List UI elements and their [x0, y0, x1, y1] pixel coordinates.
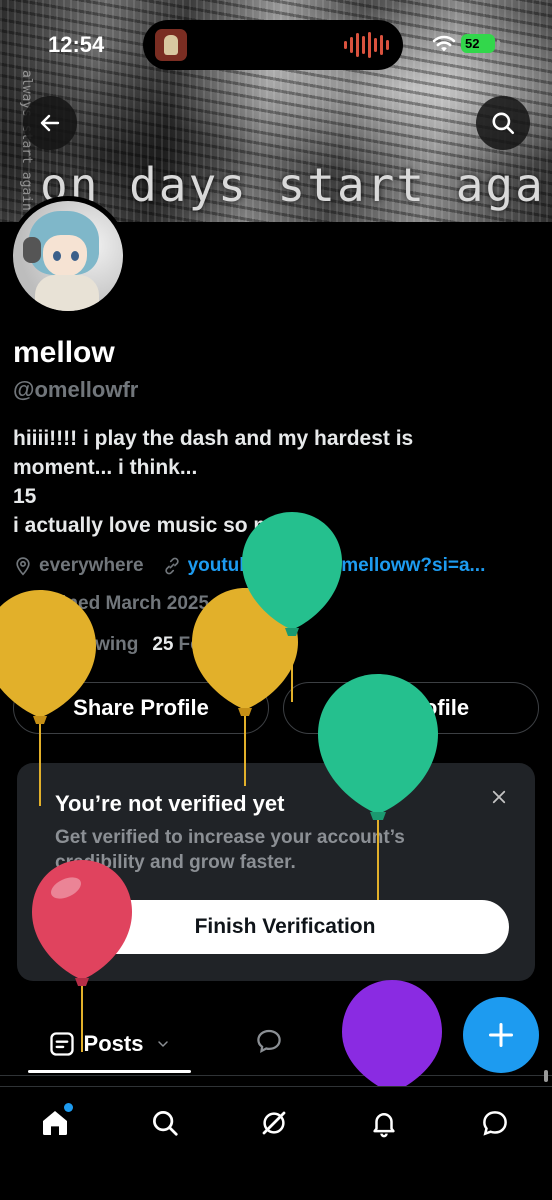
verification-card: You’re not verified yet Get verified to … — [17, 763, 535, 981]
username-handle: @omellowfr — [13, 377, 139, 402]
verification-text: Get verified to increase your account’s … — [55, 827, 405, 873]
chevron-down-icon[interactable] — [155, 1036, 171, 1052]
battery-level: 52 — [465, 36, 480, 51]
website-link[interactable]: youtube.com/@omelloww?si=a... — [188, 555, 486, 577]
grok-icon — [262, 1111, 286, 1135]
joined-text: Joined March 2025 — [39, 593, 210, 614]
back-arrow-icon — [40, 114, 60, 132]
followers-label: Followers — [178, 634, 268, 655]
scrollbar[interactable] — [544, 1070, 548, 1082]
avatar-image — [13, 201, 123, 311]
location-text: everywhere — [39, 555, 144, 576]
notification-dot — [64, 1103, 73, 1112]
dynamic-island[interactable] — [143, 20, 403, 70]
joined-date: Joined March 2025 — [13, 593, 209, 615]
following-link[interactable]: 257 Following — [13, 634, 138, 656]
link-icon — [162, 556, 182, 576]
nav-explore[interactable] — [145, 1103, 185, 1143]
bottom-navigation — [0, 1086, 552, 1200]
following-count: 257 — [13, 634, 45, 655]
tab-reposts[interactable] — [368, 1026, 398, 1061]
battery-indicator: 52 — [461, 34, 500, 53]
edit-profile-button[interactable]: Edit Profile — [283, 682, 539, 734]
bio-line: hiiii!!!! i play the dash and my hardest… — [13, 427, 414, 450]
bio-line: moment... i think... — [13, 456, 198, 479]
profile-avatar[interactable] — [8, 196, 128, 316]
status-time: 12:54 — [48, 32, 105, 57]
posts-icon — [49, 1032, 74, 1056]
tab-posts-label: Posts — [83, 1031, 144, 1056]
share-profile-button[interactable]: Share Profile — [13, 682, 269, 734]
nav-notifications[interactable] — [364, 1103, 404, 1143]
location-pin-icon — [13, 556, 33, 576]
plus-icon — [488, 1022, 514, 1048]
compose-button[interactable] — [463, 997, 539, 1073]
following-label: Following — [49, 634, 139, 655]
repost-icon — [374, 1031, 392, 1051]
tab-posts[interactable]: Posts — [28, 1012, 191, 1076]
nav-messages[interactable] — [475, 1103, 515, 1143]
back-button[interactable] — [23, 96, 77, 150]
bio-line: i actually love music so much — [13, 514, 310, 537]
bio-line: 15 — [13, 485, 37, 508]
profile-meta-row: everywhere youtube.com/@omelloww?si=a... — [13, 555, 543, 577]
close-icon — [492, 790, 506, 804]
audio-waveform-icon — [344, 32, 389, 58]
display-name: mellow — [13, 336, 115, 369]
search-icon — [492, 112, 515, 135]
bell-icon — [373, 1113, 395, 1138]
banner-text: on days start aga — [40, 158, 545, 212]
nav-grok[interactable] — [254, 1103, 294, 1143]
nav-home[interactable] — [35, 1103, 75, 1143]
finish-verification-button[interactable]: Finish Verification — [61, 900, 509, 954]
tab-replies[interactable] — [254, 1026, 284, 1061]
calendar-icon — [13, 594, 33, 614]
wifi-icon — [432, 35, 456, 52]
dismiss-verification-button[interactable] — [485, 783, 513, 811]
bio: hiiii!!!! i play the dash and my hardest… — [13, 424, 533, 540]
reply-icon — [257, 1029, 281, 1054]
verification-title: You’re not verified yet — [55, 791, 285, 816]
follow-stats: 257 Following 25 Followers — [13, 634, 267, 656]
now-playing-artwork — [155, 29, 187, 61]
messages-icon — [483, 1111, 507, 1136]
followers-count: 25 — [152, 634, 174, 655]
search-button[interactable] — [476, 96, 530, 150]
active-tab-indicator — [28, 1070, 191, 1073]
explore-icon — [153, 1111, 178, 1136]
followers-link[interactable]: 25 Followers — [152, 634, 267, 656]
